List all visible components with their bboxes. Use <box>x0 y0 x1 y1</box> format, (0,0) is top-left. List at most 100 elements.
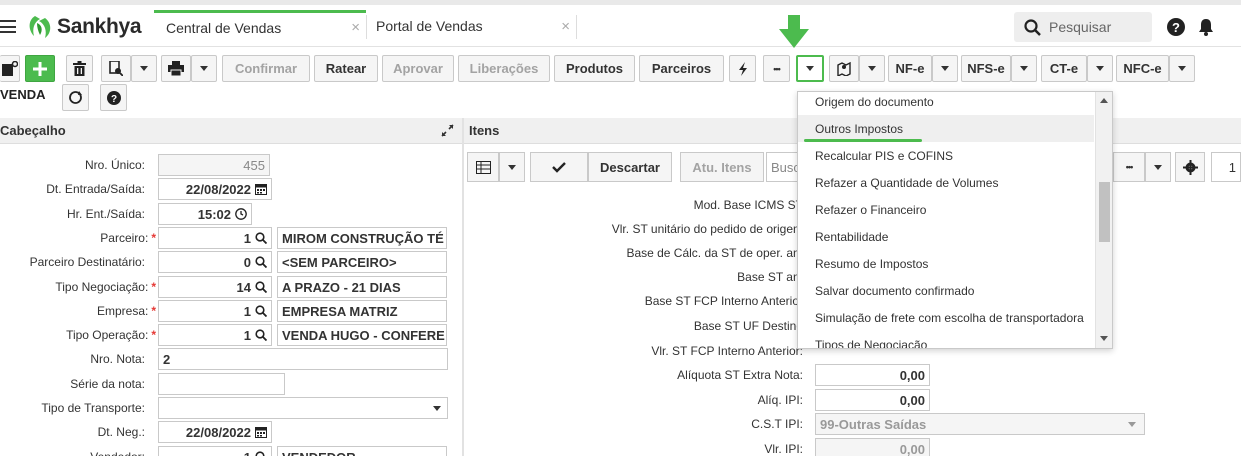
menu-item[interactable]: Simulação de frete com escolha de transp… <box>798 304 1094 331</box>
search-icon[interactable] <box>255 232 267 244</box>
clock-icon[interactable] <box>235 208 247 220</box>
menu-item[interactable]: Resumo de Impostos <box>798 250 1094 277</box>
nfe-button[interactable]: NF-e <box>888 55 932 82</box>
brand-logo[interactable]: Sankhya <box>26 14 142 40</box>
code-field[interactable]: 1 <box>158 324 272 346</box>
tab-central-de-vendas[interactable]: Central de Vendas × <box>154 10 366 42</box>
field-value: 0,00 <box>899 441 925 456</box>
nfce-dropdown[interactable] <box>1169 55 1195 82</box>
description-value: A PRAZO - 21 DIAS <box>282 279 401 295</box>
search-icon[interactable] <box>255 281 267 293</box>
lightning-button[interactable] <box>729 55 756 82</box>
grid-view-button[interactable] <box>467 152 499 182</box>
description-field[interactable]: <SEM PARCEIRO> <box>277 251 447 273</box>
nro-nota-field[interactable]: 2 <box>158 348 448 370</box>
menu-item[interactable]: Refazer o Financeiro <box>798 196 1094 223</box>
tab-portal-de-vendas[interactable]: Portal de Vendas × <box>366 10 576 42</box>
map-dropdown[interactable] <box>859 55 885 82</box>
descartar-button[interactable]: Descartar <box>588 152 672 182</box>
nfse-dropdown[interactable] <box>1011 55 1037 82</box>
tipo-transporte-select[interactable] <box>158 397 448 419</box>
field-label-text: Parceiro Destinatário: <box>29 255 145 269</box>
atu-itens-button[interactable]: Atu. Itens <box>680 152 764 182</box>
menu-item[interactable]: Rentabilidade <box>798 223 1094 250</box>
settings-button[interactable] <box>1175 152 1205 182</box>
help-icon: ? <box>106 90 121 105</box>
description-field[interactable]: MIROM CONSTRUÇÃO TÉ <box>277 227 447 249</box>
menu-scrollbar[interactable] <box>1095 92 1112 348</box>
time-field[interactable]: 15:02 <box>158 203 252 225</box>
liberacoes-button[interactable]: Liberações <box>458 55 550 82</box>
item-field-label: Base ST FCP Interno Anterior <box>644 294 803 308</box>
help-button[interactable]: ? <box>100 84 127 111</box>
close-icon[interactable]: × <box>561 18 570 35</box>
menu-item[interactable]: Tipos de Negociação <box>798 331 1094 349</box>
code-field[interactable]: 1 <box>158 227 272 249</box>
cte-button[interactable]: CT-e <box>1041 55 1087 82</box>
confirmar-button[interactable]: Confirmar <box>222 55 310 82</box>
calendar-icon[interactable] <box>255 183 267 195</box>
description-field[interactable]: A PRAZO - 21 DIAS <box>277 276 447 298</box>
menu-item[interactable]: Refazer a Quantidade de Volumes <box>798 169 1094 196</box>
search-document-button[interactable] <box>101 55 131 82</box>
code-field[interactable]: 1 <box>158 446 272 456</box>
scrollbar-thumb[interactable] <box>1099 182 1110 242</box>
scroll-down-icon[interactable] <box>1100 336 1108 341</box>
item-number-field[interactable]: 0,00 <box>815 389 930 411</box>
scroll-up-icon[interactable] <box>1100 98 1108 103</box>
new-document-button[interactable] <box>0 55 20 82</box>
menu-item[interactable]: Origem do documento <box>798 92 1094 115</box>
vlr-ipi-field[interactable]: 0,00 <box>815 438 930 456</box>
aprovar-button[interactable]: Aprovar <box>382 55 454 82</box>
code-field[interactable]: 0 <box>158 251 272 273</box>
close-icon[interactable]: × <box>351 19 360 36</box>
menu-item[interactable]: Salvar documento confirmado <box>798 277 1094 304</box>
parceiros-button[interactable]: Parceiros <box>639 55 724 82</box>
nfse-button[interactable]: NFS-e <box>961 55 1011 82</box>
date-field[interactable]: 22/08/2022 <box>158 178 272 200</box>
confirm-item-button[interactable] <box>530 152 588 182</box>
search-icon[interactable] <box>255 451 267 456</box>
cst-ipi-select[interactable]: 99-Outras Saídas <box>815 413 1145 435</box>
print-button[interactable] <box>161 55 191 82</box>
help-icon[interactable]: ? <box>1167 18 1185 36</box>
produtos-button[interactable]: Produtos <box>554 55 635 82</box>
items-search-input[interactable]: Busc <box>766 152 800 182</box>
grid-view-dropdown[interactable] <box>499 152 525 182</box>
add-button[interactable] <box>25 55 55 82</box>
description-field[interactable]: VENDA HUGO - CONFERE <box>277 324 447 346</box>
cte-dropdown[interactable] <box>1087 55 1113 82</box>
nro-unico-field[interactable]: 455 <box>158 154 270 176</box>
items-more-button[interactable]: ••• <box>1113 152 1145 182</box>
menu-item[interactable]: Outros Impostos <box>798 115 1094 142</box>
map-button[interactable] <box>829 55 859 82</box>
items-more-dropdown[interactable] <box>1145 152 1171 182</box>
description-field[interactable]: EMPRESA MATRIZ <box>277 300 447 322</box>
menu-item[interactable]: Recalcular PIS e COFINS <box>798 142 1094 169</box>
nfe-dropdown[interactable] <box>932 55 958 82</box>
serie-nota-field[interactable] <box>158 373 285 395</box>
search-icon[interactable] <box>255 305 267 317</box>
refresh-button[interactable] <box>62 84 89 111</box>
delete-button[interactable] <box>66 55 93 82</box>
code-field[interactable]: 1 <box>158 300 272 322</box>
search-box[interactable]: Pesquisar <box>1014 12 1152 42</box>
search-icon[interactable] <box>255 329 267 341</box>
page-number[interactable]: 1 <box>1211 152 1241 182</box>
more-actions-dropdown[interactable] <box>796 55 824 82</box>
ratear-button[interactable]: Ratear <box>314 55 378 82</box>
description-field[interactable]: VENDEDOR <box>277 446 447 456</box>
search-document-dropdown[interactable] <box>131 55 157 82</box>
nfce-button[interactable]: NFC-e <box>1116 55 1169 82</box>
expand-icon[interactable] <box>441 124 454 137</box>
required-marker: * <box>151 328 156 342</box>
print-dropdown[interactable] <box>191 55 217 82</box>
code-field[interactable]: 14 <box>158 276 272 298</box>
calendar-icon[interactable] <box>255 426 267 438</box>
bell-icon[interactable] <box>1198 18 1214 36</box>
item-number-field[interactable]: 0,00 <box>815 364 930 386</box>
menu-icon[interactable] <box>0 20 16 33</box>
date-field[interactable]: 22/08/2022 <box>158 421 272 443</box>
more-actions-button[interactable]: ••• <box>763 55 790 82</box>
search-icon[interactable] <box>255 256 267 268</box>
